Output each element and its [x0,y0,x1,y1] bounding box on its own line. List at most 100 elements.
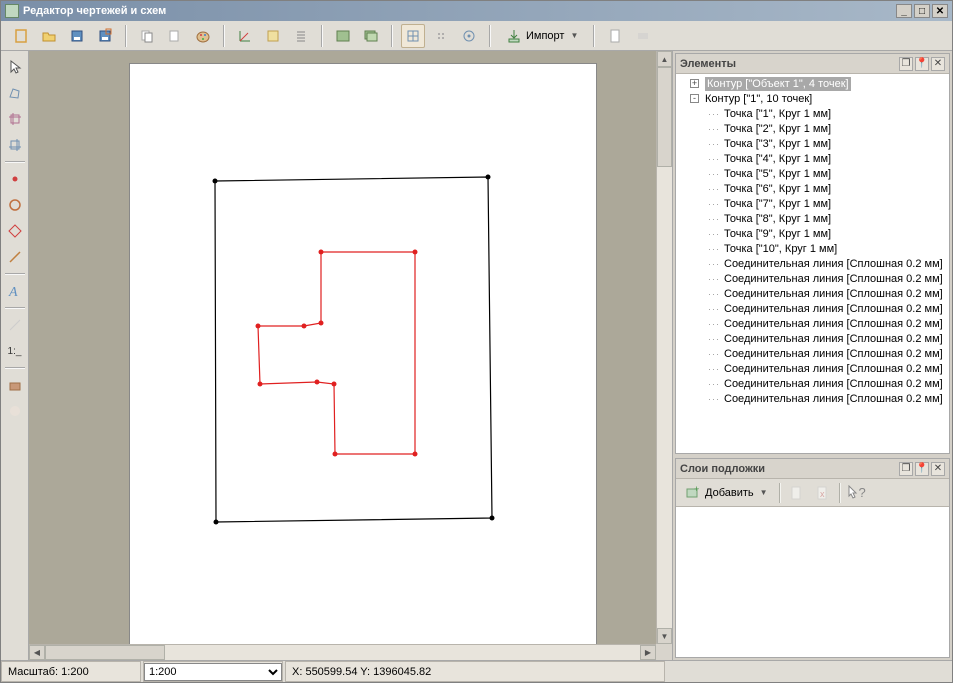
scale-ratio-label: 1:_ [8,346,22,357]
crop-b-tool[interactable] [3,133,27,157]
tree-row[interactable]: ···Точка ["2", Круг 1 мм] [678,121,947,136]
tree-row[interactable]: ···Соединительная линия [Сплошная 0.2 мм… [678,301,947,316]
doc-b-button[interactable] [631,24,655,48]
point-tool[interactable] [3,167,27,191]
fill-tool[interactable] [3,373,27,397]
tree-row-label: Точка ["9", Круг 1 мм] [724,227,831,241]
image-b-button[interactable] [359,24,383,48]
polygon-tool[interactable] [3,81,27,105]
vertical-scrollbar[interactable]: ▲ ▼ [656,51,672,644]
palette-button[interactable] [191,24,215,48]
tree-row-label: Точка ["3", Круг 1 мм] [724,137,831,151]
scale-tool[interactable]: 1:_ [3,339,27,363]
axes-icon [237,28,253,44]
tree-expander[interactable]: - [690,94,699,103]
text-icon: A [7,283,23,299]
tree-row[interactable]: ···Соединительная линия [Сплошная 0.2 мм… [678,346,947,361]
pane-pin-button[interactable]: 📍 [915,57,929,71]
tree-row[interactable]: ···Соединительная линия [Сплошная 0.2 мм… [678,391,947,406]
pane-close-button[interactable]: ✕ [931,57,945,71]
scroll-thumb-h[interactable] [45,645,165,660]
snap-button[interactable] [457,24,481,48]
paste-button[interactable] [163,24,187,48]
scroll-up-button[interactable]: ▲ [657,51,672,67]
tree-row[interactable]: ···Точка ["5", Круг 1 мм] [678,166,947,181]
tree-row-label: Соединительная линия [Сплошная 0.2 мм] [724,332,943,346]
drawing[interactable] [130,64,596,650]
pane-dock-a-button[interactable]: ❐ [899,462,913,476]
scroll-down-button[interactable]: ▼ [657,628,672,644]
scroll-left-button[interactable]: ◀ [29,645,45,660]
scroll-right-button[interactable]: ▶ [640,645,656,660]
titlebar: Редактор чертежей и схем _ □ ✕ [1,1,952,21]
import-button[interactable]: Импорт ▼ [499,25,585,47]
copy-button[interactable] [135,24,159,48]
doc-a-button[interactable] [603,24,627,48]
tree-row[interactable]: ···Соединительная линия [Сплошная 0.2 мм… [678,331,947,346]
rhombus-tool[interactable] [3,219,27,243]
tool-separator [5,307,25,309]
crop-a-tool[interactable] [3,107,27,131]
pane-close-button[interactable]: ✕ [931,462,945,476]
grid-outer-button[interactable] [401,24,425,48]
save-button[interactable] [65,24,89,48]
canvas-viewport[interactable]: ▲ ▼ ◀ ▶ [29,51,672,660]
tree-row[interactable]: ···Точка ["1", Круг 1 мм] [678,106,947,121]
svg-text:x: x [820,489,825,499]
axes-button[interactable] [233,24,257,48]
pane-pin-button[interactable]: 📍 [915,462,929,476]
toolbar-separator [489,25,491,47]
save-as-button[interactable] [93,24,117,48]
select-tool[interactable] [3,55,27,79]
canvas-page[interactable] [129,63,597,651]
minimize-button[interactable]: _ [896,4,912,18]
tree-row[interactable]: ···Соединительная линия [Сплошная 0.2 мм… [678,271,947,286]
tree-row[interactable]: ··· Точка ["9", Круг 1 мм] [678,226,947,241]
tree-row[interactable]: ···Соединительная линия [Сплошная 0.2 мм… [678,256,947,271]
layers-list[interactable] [676,507,949,657]
tree-row[interactable]: ···Точка ["4", Круг 1 мм] [678,151,947,166]
tree-row-label: Соединительная линия [Сплошная 0.2 мм] [724,347,943,361]
elements-pane: Элементы ❐ 📍 ✕ +Контур ["Объект 1", 4 то… [675,53,950,454]
tree-row[interactable]: ··· Точка ["3", Круг 1 мм] [678,136,947,151]
line-tool[interactable] [3,245,27,269]
doc-lines-icon [635,28,651,44]
tree-row[interactable]: ···Точка ["10", Круг 1 мм] [678,241,947,256]
layers-help-button[interactable]: ? [847,485,866,501]
list-button[interactable] [289,24,313,48]
tree-row[interactable]: ···Соединительная линия [Сплошная 0.2 мм… [678,286,947,301]
tree-row[interactable]: +Контур ["Объект 1", 4 точек] [678,76,947,91]
grid-inner-button[interactable] [429,24,453,48]
layers-add-button[interactable]: + Добавить ▼ [680,482,773,504]
maximize-button[interactable]: □ [914,4,930,18]
left-tools: A 1:_ [1,51,29,660]
open-file-button[interactable] [37,24,61,48]
status-scale-select[interactable]: 1:200 [143,661,283,682]
blur-tool[interactable] [3,399,27,423]
tree-row[interactable]: ···Соединительная линия [Сплошная 0.2 мм… [678,361,947,376]
layer-settings-button[interactable] [787,483,807,503]
elements-tree[interactable]: +Контур ["Объект 1", 4 точек]-Контур ["1… [676,74,949,453]
tree-row[interactable]: ···Соединительная линия [Сплошная 0.2 мм… [678,376,947,391]
tree-branch-icon: ··· [708,137,720,151]
text-tool[interactable]: A [3,279,27,303]
scroll-thumb-v[interactable] [657,67,672,167]
horizontal-scrollbar[interactable]: ◀ ▶ [29,644,656,660]
layer-delete-button[interactable]: x [813,483,833,503]
tree-expander[interactable]: + [690,79,699,88]
props-button[interactable] [261,24,285,48]
tree-row[interactable]: ···Соединительная линия [Сплошная 0.2 мм… [678,316,947,331]
pane-dock-a-button[interactable]: ❐ [899,57,913,71]
new-file-button[interactable] [9,24,33,48]
tree-branch-icon: ··· [708,227,720,241]
scale-select-input[interactable]: 1:200 [144,663,282,681]
image-a-button[interactable] [331,24,355,48]
tree-row[interactable]: ···Точка ["8", Круг 1 мм] [678,211,947,226]
layers-title: Слои подложки [680,463,897,475]
close-button[interactable]: ✕ [932,4,948,18]
measure-tool[interactable] [3,313,27,337]
circle-tool[interactable] [3,193,27,217]
tree-row[interactable]: ···Точка ["7", Круг 1 мм] [678,196,947,211]
tree-row[interactable]: -Контур ["1", 10 точек] [678,91,947,106]
tree-row[interactable]: ···Точка ["6", Круг 1 мм] [678,181,947,196]
